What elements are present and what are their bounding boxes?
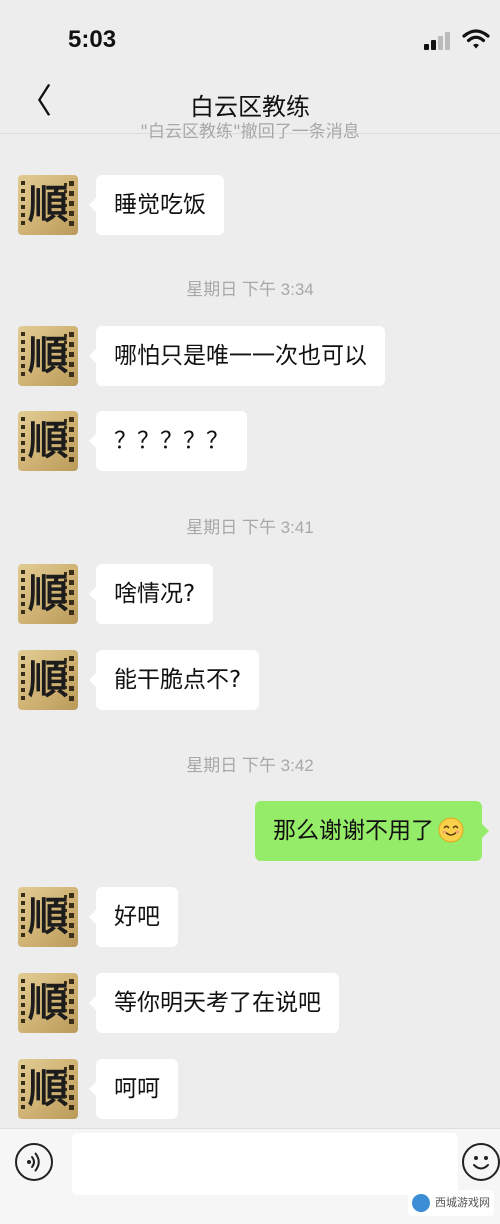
- watermark-logo: 西城游戏网: [408, 1190, 494, 1216]
- message-input[interactable]: [72, 1133, 458, 1195]
- voice-button[interactable]: [15, 1143, 53, 1181]
- emoji-button[interactable]: [462, 1143, 500, 1181]
- message-bubble-incoming[interactable]: 哪怕只是唯一一次也可以: [89, 326, 385, 386]
- message-bubble-incoming[interactable]: 等你明天考了在说吧: [89, 973, 339, 1033]
- message-bubble-outgoing[interactable]: 那么谢谢不用了: [255, 801, 489, 861]
- timestamp: 星期日 下午 3:41: [186, 518, 314, 537]
- message-text: 呵呵: [114, 1076, 160, 1102]
- message-bubble-incoming[interactable]: 啥情况?: [88, 564, 214, 624]
- message-text: 啥情况?: [114, 581, 196, 607]
- contact-avatar[interactable]: 順: [18, 650, 78, 710]
- watermark-icon: [412, 1194, 430, 1212]
- avatar-glyph: 順: [28, 656, 68, 703]
- message-bubble-incoming[interactable]: 好吧: [89, 887, 178, 947]
- message-bubble-incoming[interactable]: ？？？？？: [89, 411, 247, 471]
- timestamp: 星期日 下午 3:42: [186, 756, 314, 775]
- voice-icon: [27, 1152, 40, 1172]
- contact-avatar[interactable]: 順: [18, 564, 78, 624]
- status-time: 5:03: [68, 26, 117, 53]
- message-text: ？？？？？: [114, 428, 229, 454]
- contact-avatar[interactable]: 順: [18, 175, 78, 235]
- contact-avatar[interactable]: 順: [18, 973, 78, 1033]
- smile-emoji-icon: [438, 817, 464, 842]
- message-text: 等你明天考了在说吧: [114, 990, 321, 1016]
- avatar-glyph: 順: [28, 893, 68, 940]
- contact-avatar[interactable]: 順: [18, 411, 78, 471]
- message-bubble-incoming[interactable]: 睡觉吃饭: [89, 175, 224, 235]
- emoji-icon: [473, 1156, 489, 1170]
- avatar-glyph: 順: [28, 570, 68, 617]
- watermark-text: 西城游戏网: [435, 1196, 490, 1209]
- avatar-glyph: 順: [28, 979, 68, 1026]
- avatar-glyph: 順: [28, 181, 68, 228]
- message-text: 能干脆点不?: [114, 667, 242, 693]
- avatar-glyph: 順: [28, 417, 68, 464]
- message-bubble-incoming[interactable]: 呵呵: [89, 1059, 178, 1119]
- recall-notice: "白云区教练"撤回了一条消息: [140, 122, 360, 142]
- contact-avatar[interactable]: 順: [18, 326, 78, 386]
- contact-avatar[interactable]: 順: [18, 1059, 78, 1119]
- message-bubble-incoming[interactable]: 能干脆点不?: [88, 650, 260, 710]
- contact-avatar[interactable]: 順: [18, 887, 78, 947]
- timestamp: 星期日 下午 3:34: [186, 280, 314, 299]
- message-text: 好吧: [114, 904, 160, 930]
- message-text: 哪怕只是唯一一次也可以: [114, 343, 367, 369]
- wifi-icon: [462, 29, 490, 49]
- cellular-signal-icon: [424, 32, 454, 50]
- message-text: 睡觉吃饭: [114, 192, 206, 218]
- status-bar: 5:03: [0, 0, 500, 75]
- avatar-glyph: 順: [28, 1065, 68, 1112]
- message-text: 那么谢谢不用了: [273, 818, 434, 844]
- avatar-glyph: 順: [28, 332, 68, 379]
